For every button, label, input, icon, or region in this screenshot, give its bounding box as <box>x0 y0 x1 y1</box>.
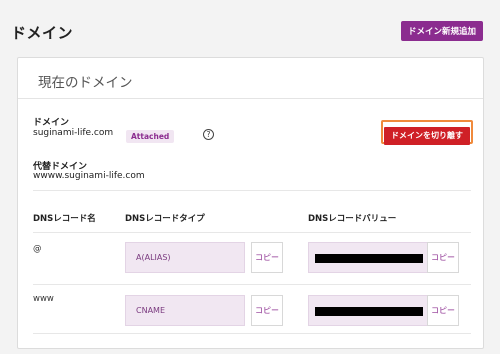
help-icon[interactable]: ? <box>203 129 214 140</box>
record-type-field: A(ALIAS) <box>125 242 245 273</box>
detach-button-highlight: ドメインを切り離す <box>381 120 473 145</box>
detach-domain-button[interactable]: ドメインを切り離す <box>384 126 470 145</box>
record-type-value: CNAME <box>136 306 165 315</box>
domain-value: suginami-life.com <box>33 128 114 138</box>
record-type-field: CNAME <box>125 295 245 326</box>
divider <box>33 232 471 233</box>
column-header-value: DNSレコードバリュー <box>308 214 397 224</box>
alt-domain-value: wwww.suginami-life.com <box>33 171 145 181</box>
redacted-value <box>315 254 423 263</box>
record-name: www <box>33 294 54 304</box>
page-title: ドメイン <box>11 24 74 42</box>
record-value-field <box>308 242 428 273</box>
column-header-type: DNSレコードタイプ <box>125 214 205 224</box>
domain-label: ドメイン <box>33 118 70 128</box>
current-domain-card: 現在のドメイン ドメイン suginami-life.com Attached … <box>17 57 484 349</box>
card-title: 現在のドメイン <box>38 75 133 91</box>
copy-type-button[interactable]: コピー <box>251 295 283 326</box>
copy-type-button[interactable]: コピー <box>251 242 283 273</box>
copy-value-button[interactable]: コピー <box>427 242 459 273</box>
divider <box>33 190 471 191</box>
record-value-field <box>308 295 428 326</box>
divider <box>33 333 471 334</box>
divider <box>33 284 471 285</box>
divider <box>18 98 483 99</box>
redacted-value <box>315 307 423 316</box>
record-type-value: A(ALIAS) <box>136 253 171 262</box>
status-badge: Attached <box>126 130 175 143</box>
column-header-name: DNSレコード名 <box>33 214 96 224</box>
copy-value-button[interactable]: コピー <box>427 295 459 326</box>
record-name: @ <box>33 244 42 254</box>
add-domain-button[interactable]: ドメイン新規追加 <box>401 21 483 41</box>
